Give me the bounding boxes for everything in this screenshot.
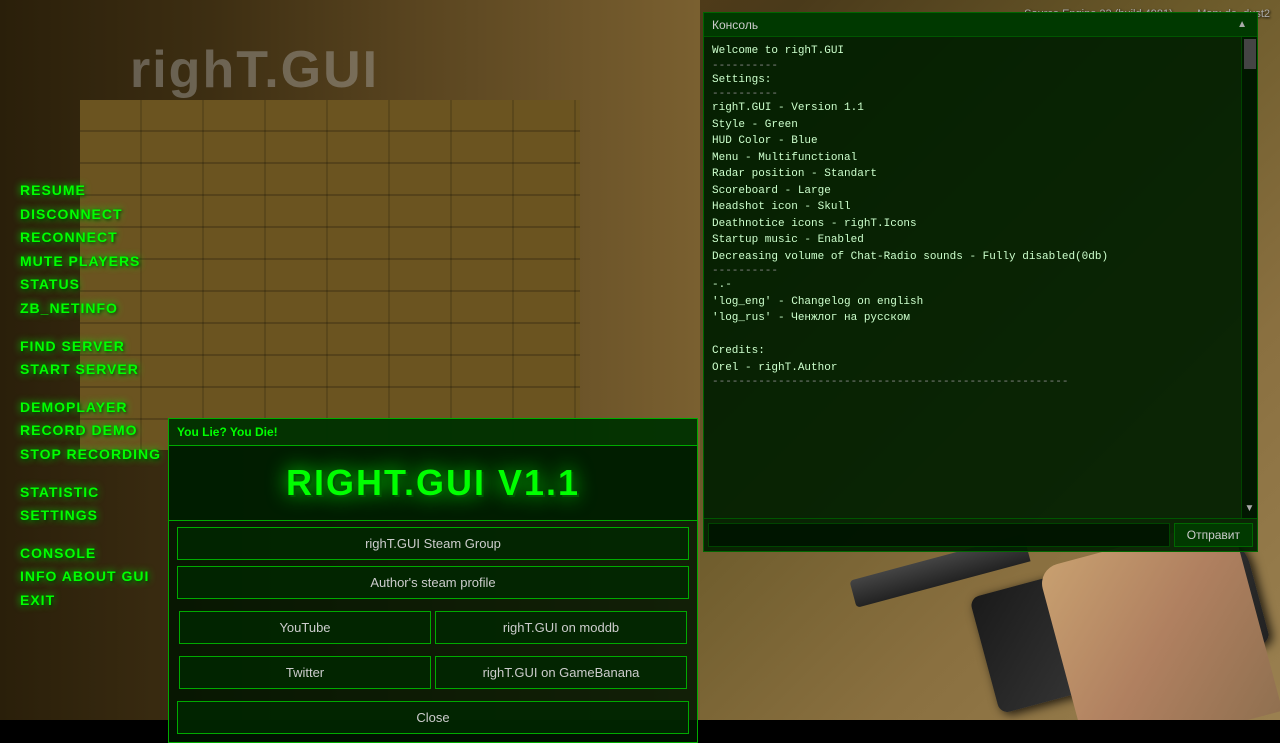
console-line-2: Settings: xyxy=(712,72,1231,89)
console-footer: Отправит xyxy=(704,518,1257,551)
console-line-1: ---------- xyxy=(712,60,1231,72)
left-menu: RESUME DISCONNECT RECONNECT MUTE PLAYERS… xyxy=(20,180,161,612)
console-line-17: 'log_rus' - Ченжлог на русском xyxy=(712,310,1231,327)
console-line-21: ----------------------------------------… xyxy=(712,376,1231,388)
console-line-10: Headshot icon - Skull xyxy=(712,199,1231,216)
steam-profile-button[interactable]: Author's steam profile xyxy=(177,566,689,599)
close-button[interactable]: Close xyxy=(177,701,689,734)
console-header: Консоль ▲ xyxy=(704,13,1257,37)
menu-start-server[interactable]: START SERVER xyxy=(20,359,161,381)
console-line-3: ---------- xyxy=(712,88,1231,100)
console-line-15: -.- xyxy=(712,277,1231,294)
menu-stop-recording[interactable]: STOP RECORDING xyxy=(20,444,161,466)
console-scroll-down-arrow[interactable]: ▼ xyxy=(1243,501,1257,516)
console-line-9: Scoreboard - Large xyxy=(712,183,1231,200)
steam-group-button[interactable]: righT.GUI Steam Group xyxy=(177,527,689,560)
console-line-14: ---------- xyxy=(712,265,1231,277)
center-panel-header: You Lie? You Die! xyxy=(169,419,697,446)
center-panel-title-bar: RIGHT.GUI V1.1 xyxy=(169,446,697,521)
menu-resume[interactable]: RESUME xyxy=(20,180,161,202)
console-send-button[interactable]: Отправит xyxy=(1174,523,1253,547)
menu-gap-4 xyxy=(20,529,161,541)
menu-demoplayer[interactable]: DEMOPLAYER xyxy=(20,397,161,419)
console-line-13: Decreasing volume of Chat-Radio sounds -… xyxy=(712,249,1231,266)
console-scrollbar[interactable]: ▼ xyxy=(1241,37,1257,518)
console-line-5: Style - Green xyxy=(712,117,1231,134)
menu-exit[interactable]: EXIT xyxy=(20,590,161,612)
menu-gap-3 xyxy=(20,468,161,480)
menu-console[interactable]: CONSOLE xyxy=(20,543,161,565)
console-input-field[interactable] xyxy=(708,523,1170,547)
console-body[interactable]: Welcome to righT.GUI ---------- Settings… xyxy=(704,37,1257,518)
panel-main-title: RIGHT.GUI V1.1 xyxy=(179,462,687,504)
gui-watermark: righT.GUI xyxy=(130,40,379,100)
twitter-button[interactable]: Twitter xyxy=(179,656,431,689)
panel-buttons-row-1: YouTube righT.GUI on moddb xyxy=(169,605,697,650)
console-line-11: Deathnotice icons - righT.Icons xyxy=(712,216,1231,233)
console-title: Консоль xyxy=(712,18,758,32)
menu-info-about-gui[interactable]: INFO ABOUT GUI xyxy=(20,566,161,588)
console-line-18 xyxy=(712,327,1231,344)
menu-find-server[interactable]: FIND SERVER xyxy=(20,336,161,358)
console-line-20: Orel - righT.Author xyxy=(712,360,1231,377)
console-scroll-thumb[interactable] xyxy=(1244,39,1256,69)
console-line-6: HUD Color - Blue xyxy=(712,133,1231,150)
menu-gap-2 xyxy=(20,383,161,395)
console-line-7: Menu - Multifunctional xyxy=(712,150,1231,167)
center-panel: You Lie? You Die! RIGHT.GUI V1.1 righT.G… xyxy=(168,418,698,743)
console-text-area: Welcome to righT.GUI ---------- Settings… xyxy=(712,43,1249,388)
youtube-button[interactable]: YouTube xyxy=(179,611,431,644)
panel-buttons-row-2: Twitter righT.GUI on GameBanana xyxy=(169,650,697,695)
menu-status[interactable]: STATUS xyxy=(20,274,161,296)
menu-zb-netinfo[interactable]: ZB_NETINFO xyxy=(20,298,161,320)
menu-gap-1 xyxy=(20,322,161,334)
gamebanana-button[interactable]: righT.GUI on GameBanana xyxy=(435,656,687,689)
console-line-4: righT.GUI - Version 1.1 xyxy=(712,100,1231,117)
menu-statistic[interactable]: STATISTIC xyxy=(20,482,161,504)
console-line-19: Credits: xyxy=(712,343,1231,360)
console-scroll-up-arrow[interactable]: ▲ xyxy=(1235,17,1249,32)
console-line-8: Radar position - Standart xyxy=(712,166,1231,183)
console-line-16: 'log_eng' - Changelog on english xyxy=(712,294,1231,311)
menu-mute-players[interactable]: MUTE PLAYERS xyxy=(20,251,161,273)
console-line-12: Startup music - Enabled xyxy=(712,232,1231,249)
menu-reconnect[interactable]: RECONNECT xyxy=(20,227,161,249)
menu-disconnect[interactable]: DISCONNECT xyxy=(20,204,161,226)
menu-settings[interactable]: SETTINGS xyxy=(20,505,161,527)
console-line-0: Welcome to righT.GUI xyxy=(712,43,1231,60)
menu-record-demo[interactable]: RECORD DEMO xyxy=(20,420,161,442)
you-lie-you-die-label: You Lie? You Die! xyxy=(177,425,278,439)
console-panel: Консоль ▲ Welcome to righT.GUI ---------… xyxy=(703,12,1258,552)
moddb-button[interactable]: righT.GUI on moddb xyxy=(435,611,687,644)
